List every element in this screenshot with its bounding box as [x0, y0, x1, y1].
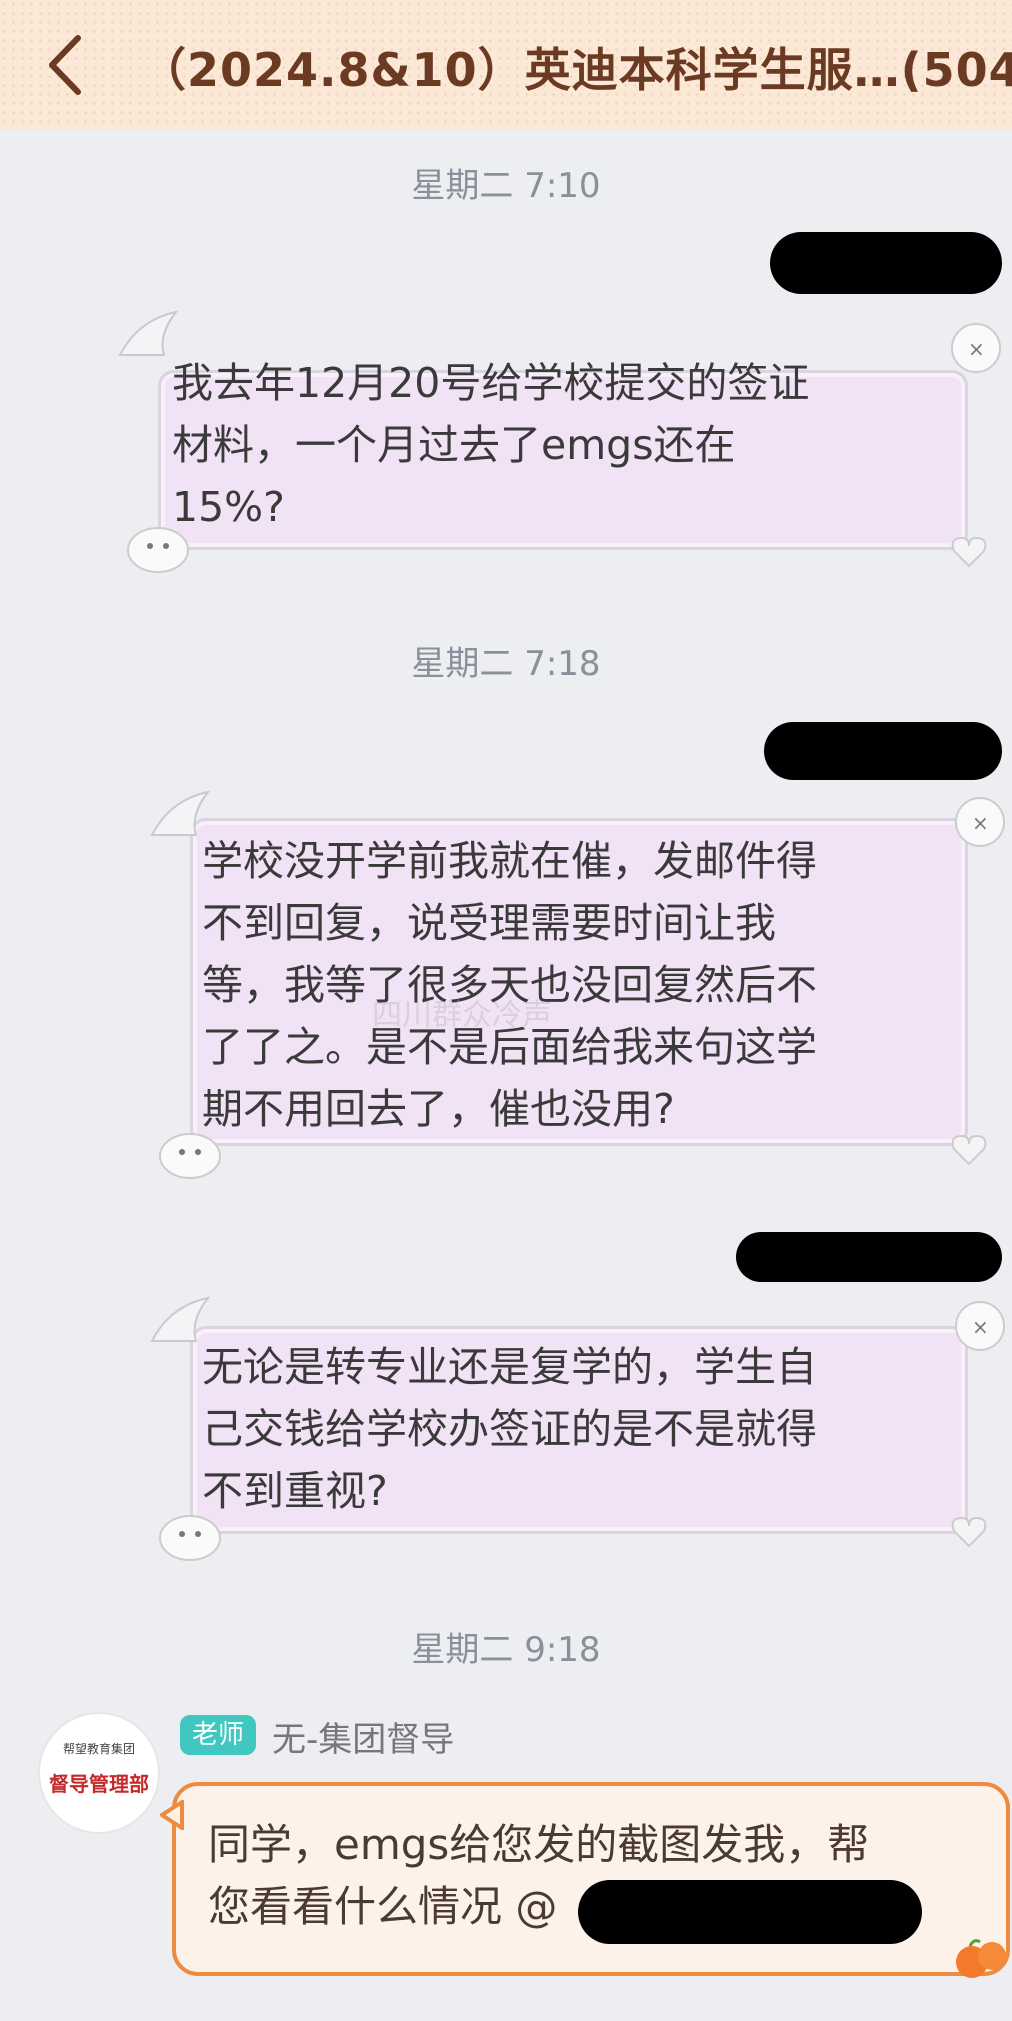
timestamp: 星期二 7:10 — [411, 166, 601, 206]
chat-header: （2024.8&10）英迪本科学生服…(504 — [0, 0, 1012, 130]
heart-decoration-icon — [951, 1516, 987, 1548]
svg-text:×: × — [972, 1315, 989, 1339]
ghost-decoration-icon — [159, 1515, 221, 1561]
heart-decoration-icon — [951, 536, 987, 568]
redacted-mention — [578, 1880, 922, 1944]
redacted-sender-name — [736, 1232, 1002, 1282]
svg-text:×: × — [968, 337, 985, 361]
orange-fruit-decoration-icon — [956, 1939, 1006, 1978]
chevron-left-icon — [49, 35, 81, 95]
back-button[interactable] — [40, 30, 90, 100]
redacted-sender-name — [770, 232, 1002, 294]
sender-name[interactable]: 无-集团督导 — [272, 1712, 454, 1761]
bunny-decoration-icon: × — [955, 1301, 1005, 1351]
bubble-tail-icon — [160, 1800, 184, 1830]
message-text: 我去年12月20号给学校提交的签证 材料，一个月过去了emgs还在 15%? — [172, 359, 810, 531]
avatar-dept-name: 督导管理部 — [49, 1772, 149, 1796]
avatar[interactable]: 帮望教育集团 督导管理部 — [38, 1712, 160, 1834]
message-text: 学校没开学前我就在催，发邮件得 不到回复，说受理需要时间让我 等，我等了很多天也… — [202, 837, 817, 1133]
bat-wing-decoration-icon — [150, 790, 210, 836]
svg-text:×: × — [972, 811, 989, 835]
heart-decoration-icon — [951, 1134, 987, 1166]
bat-wing-decoration-icon — [118, 310, 178, 356]
message-text: 无论是转专业还是复学的，学生自 己交钱给学校办签证的是不是就得 不到重视? — [202, 1343, 817, 1515]
timestamp: 星期二 7:18 — [411, 644, 601, 684]
watermark: 四川群众冷声 — [372, 998, 552, 1033]
role-badge: 老师 — [180, 1715, 257, 1755]
timestamp: 星期二 9:18 — [411, 1630, 601, 1670]
bunny-decoration-icon: × — [951, 323, 1001, 373]
bat-wing-decoration-icon — [150, 1296, 210, 1342]
chat-title[interactable]: （2024.8&10）英迪本科学生服…(504 — [140, 34, 1012, 100]
bunny-decoration-icon: × — [955, 797, 1005, 847]
avatar-org-name: 帮望教育集团 — [62, 1742, 135, 1756]
ghost-decoration-icon — [127, 527, 189, 573]
redacted-sender-name — [764, 722, 1002, 780]
ghost-decoration-icon — [159, 1133, 221, 1179]
